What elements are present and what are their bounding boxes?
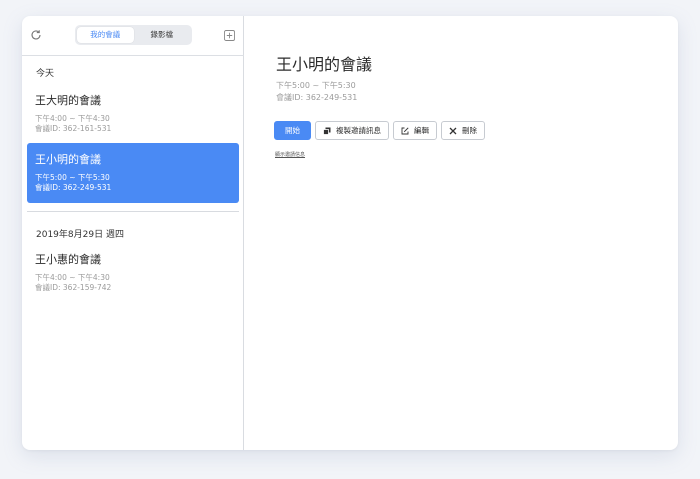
meeting-time: 下午4:00 ~ 下午4:30 bbox=[35, 114, 110, 123]
meeting-id: 會議ID: 362-249-531 bbox=[35, 183, 112, 192]
meeting-time: 下午5:00 ~ 下午5:30 bbox=[276, 81, 356, 90]
meeting-list-item[interactable]: 王小惠的會議 下午4:00 ~ 下午4:30 會議ID: 362-159-742 bbox=[27, 243, 239, 303]
meeting-list-item[interactable]: 王大明的會議 下午4:00 ~ 下午4:30 會議ID: 362-161-531 bbox=[27, 84, 239, 144]
show-invite-link[interactable]: 顯示邀請信息 bbox=[275, 151, 305, 158]
section-label-date: 2019年8月29日 週四 bbox=[36, 230, 124, 240]
delete-button[interactable]: 刪除 bbox=[441, 121, 485, 140]
meeting-detail-panel: 王小明的會議 下午5:00 ~ 下午5:30 會議ID: 362-249-531… bbox=[245, 16, 678, 450]
meeting-sidebar: 我的會議 錄影檔 今天 王大明的會議 下午4:00 ~ 下午4:30 會議ID:… bbox=[22, 16, 244, 450]
edit-icon bbox=[401, 126, 409, 134]
meeting-title: 王大明的會議 bbox=[35, 94, 101, 107]
meeting-id: 會議ID: 362-159-742 bbox=[35, 283, 112, 292]
app-window: 我的會議 錄影檔 今天 王大明的會議 下午4:00 ~ 下午4:30 會議ID:… bbox=[22, 16, 678, 450]
sidebar-header: 我的會議 錄影檔 bbox=[22, 16, 244, 56]
meeting-id: 會議ID: 362-161-531 bbox=[35, 124, 112, 133]
meeting-title: 王小惠的會議 bbox=[35, 253, 101, 266]
copy-invite-button[interactable]: 複製邀請訊息 bbox=[315, 121, 389, 140]
meeting-title: 王小明的會議 bbox=[35, 153, 101, 166]
tab-my-meetings[interactable]: 我的會議 bbox=[77, 27, 134, 43]
section-divider bbox=[27, 211, 239, 212]
close-icon bbox=[449, 127, 457, 134]
delete-label: 刪除 bbox=[462, 126, 477, 135]
meeting-id: 會議ID: 362-249-531 bbox=[276, 93, 358, 102]
meeting-list-item-selected[interactable]: 王小明的會議 下午5:00 ~ 下午5:30 會議ID: 362-249-531 bbox=[27, 143, 239, 203]
edit-label: 編輯 bbox=[414, 126, 429, 135]
start-label: 開始 bbox=[285, 126, 300, 135]
refresh-icon[interactable] bbox=[30, 29, 42, 41]
start-button[interactable]: 開始 bbox=[274, 121, 311, 140]
copy-invite-label: 複製邀請訊息 bbox=[336, 126, 381, 135]
add-meeting-icon[interactable] bbox=[224, 30, 235, 41]
tab-recordings[interactable]: 錄影檔 bbox=[134, 27, 191, 43]
edit-button[interactable]: 編輯 bbox=[393, 121, 437, 140]
page-title: 王小明的會議 bbox=[276, 55, 373, 74]
meeting-time: 下午4:00 ~ 下午4:30 bbox=[35, 273, 110, 282]
copy-icon bbox=[323, 127, 331, 135]
meeting-time: 下午5:00 ~ 下午5:30 bbox=[35, 173, 110, 182]
section-label-today: 今天 bbox=[36, 69, 55, 79]
segmented-control: 我的會議 錄影檔 bbox=[75, 25, 192, 45]
action-bar: 開始 複製邀請訊息 編輯 刪除 bbox=[274, 121, 489, 140]
